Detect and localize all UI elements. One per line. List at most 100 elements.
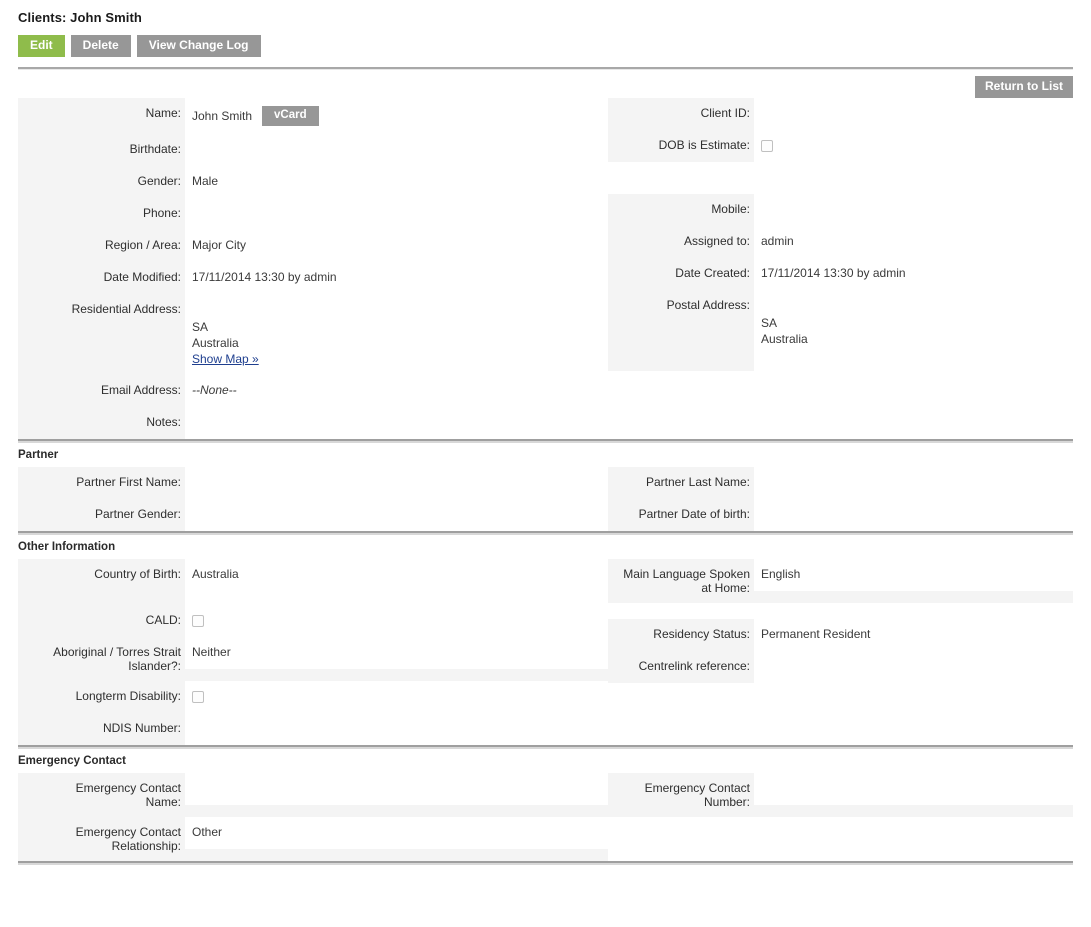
page-title: Clients: John Smith: [18, 10, 142, 25]
field-centrelink-reference-value: [754, 651, 1073, 683]
right-column-spacer: [608, 162, 1073, 194]
field-notes-label: Notes:: [18, 407, 185, 437]
client-details-section: Name: John Smith vCard Birthdate: Gender…: [0, 98, 1091, 439]
other-information-left-gap-label: [18, 591, 185, 605]
field-date-modified-label: Date Modified:: [18, 262, 185, 292]
field-partner-last-name-label: Partner Last Name:: [608, 467, 754, 497]
other-information-section-heading: Other Information: [18, 541, 116, 553]
emergency-contact-right-group: Emergency Contact Number:: [608, 773, 1073, 817]
client-details-left-group: Name: John Smith vCard Birthdate: Gender…: [18, 98, 608, 439]
field-ndis-number: NDIS Number:: [18, 713, 608, 745]
other-information-left-gap: [18, 591, 608, 605]
emergency-contact-columns: Emergency Contact Name: Emergency Contac…: [0, 773, 1091, 861]
field-ndis-number-value: [185, 713, 608, 745]
other-information-left-gap-value: [185, 591, 608, 605]
field-date-modified-value: 17/11/2014 13:30 by admin: [185, 262, 608, 294]
emergency-contact-left-group: Emergency Contact Name: Emergency Contac…: [18, 773, 608, 861]
field-mobile-label: Mobile:: [608, 194, 754, 224]
field-country-of-birth-value: Australia: [185, 559, 608, 591]
field-postal-address: Postal Address: SA Australia: [608, 290, 1073, 371]
client-details-columns: Name: John Smith vCard Birthdate: Gender…: [0, 98, 1091, 439]
field-assigned-to-value: admin: [754, 226, 1073, 258]
other-information-left-group: Country of Birth: Australia CALD: Aborig…: [18, 559, 608, 745]
return-to-list-row: Return to List: [0, 70, 1091, 98]
longterm-disability-checkbox[interactable]: [192, 691, 204, 704]
field-atsi-label: Aboriginal / Torres Strait Islander?:: [18, 637, 185, 681]
field-residency-status-label: Residency Status:: [608, 619, 754, 649]
field-main-language-value: English: [754, 559, 1073, 591]
field-ndis-number-label: NDIS Number:: [18, 713, 185, 743]
field-emergency-contact-relationship: Emergency Contact Relationship: Other: [18, 817, 608, 861]
emergency-contact-section: Emergency Contact Emergency Contact Name…: [0, 749, 1091, 861]
client-details-right-group-2: Mobile: Assigned to: admin Date Created:…: [608, 194, 1073, 371]
field-country-of-birth: Country of Birth: Australia: [18, 559, 608, 591]
other-information-right-group-1: Main Language Spoken at Home: English: [608, 559, 1073, 603]
emergency-contact-left-column: Emergency Contact Name: Emergency Contac…: [18, 773, 608, 861]
show-map-link[interactable]: Show Map »: [192, 351, 259, 367]
field-gender: Gender: Male: [18, 166, 608, 198]
view-change-log-button[interactable]: View Change Log: [136, 35, 261, 57]
partner-right-column: Partner Last Name: Partner Date of birth…: [608, 467, 1073, 531]
other-information-right-group-2: Residency Status: Permanent Resident Cen…: [608, 619, 1073, 683]
partner-left-column: Partner First Name: Partner Gender:: [18, 467, 608, 531]
other-information-right-column: Main Language Spoken at Home: English Re…: [608, 559, 1073, 683]
field-emergency-contact-number-value: [754, 773, 1073, 805]
postal-address-line-2: Australia: [761, 332, 808, 346]
field-mobile-value: [754, 194, 1073, 226]
field-emergency-contact-relationship-value: Other: [185, 817, 608, 849]
cald-checkbox[interactable]: [192, 615, 204, 628]
field-atsi-label-line-2: Islander?:: [128, 659, 181, 673]
field-partner-first-name-value: [185, 467, 608, 499]
field-residency-status-value: Permanent Resident: [754, 619, 1073, 651]
edit-button[interactable]: Edit: [18, 35, 65, 57]
action-button-bar: Edit Delete View Change Log: [0, 25, 1091, 57]
field-name-label: Name:: [18, 98, 185, 128]
field-emergency-contact-name-label-line-2: Name:: [145, 795, 181, 809]
client-details-left-column: Name: John Smith vCard Birthdate: Gender…: [18, 98, 608, 439]
field-date-created-value: 17/11/2014 13:30 by admin: [754, 258, 1073, 290]
residential-address-line-2: Australia: [192, 336, 239, 350]
field-partner-gender: Partner Gender:: [18, 499, 608, 531]
field-emergency-contact-name-label: Emergency Contact Name:: [18, 773, 185, 817]
field-date-created-label: Date Created:: [608, 258, 754, 288]
field-name: Name: John Smith vCard: [18, 98, 608, 134]
field-dob-is-estimate-value: [754, 130, 1073, 162]
field-residential-address: Residential Address: SA Australia Show M…: [18, 294, 608, 375]
field-birthdate-value: [185, 134, 608, 166]
partner-section-heading: Partner: [18, 449, 59, 461]
field-gender-label: Gender:: [18, 166, 185, 196]
postal-address-line-1: SA: [761, 316, 778, 330]
return-to-list-button[interactable]: Return to List: [975, 76, 1073, 98]
client-details-right-group-1: Client ID: DOB is Estimate:: [608, 98, 1073, 162]
field-centrelink-reference: Centrelink reference:: [608, 651, 1073, 683]
field-atsi-label-line-1: Aboriginal / Torres Strait: [53, 645, 181, 659]
client-details-right-column: Client ID: DOB is Estimate: Mobile: Assi…: [608, 98, 1073, 371]
field-region-value: Major City: [185, 230, 608, 262]
field-emergency-contact-relationship-label-line-2: Relationship:: [111, 839, 181, 853]
field-cald-label: CALD:: [18, 605, 185, 635]
field-emergency-contact-number-label: Emergency Contact Number:: [608, 773, 754, 817]
field-dob-is-estimate-label: DOB is Estimate:: [608, 130, 754, 160]
field-cald-value: [185, 605, 608, 637]
field-main-language-label: Main Language Spoken at Home:: [608, 559, 754, 603]
field-emergency-contact-relationship-label: Emergency Contact Relationship:: [18, 817, 185, 861]
section-divider-bottom: [18, 861, 1073, 865]
field-main-language-label-line-1: Main Language Spoken: [623, 567, 750, 581]
field-emergency-contact-number-label-line-1: Emergency Contact: [644, 781, 750, 795]
vcard-button[interactable]: vCard: [262, 106, 319, 126]
field-client-id: Client ID:: [608, 98, 1073, 130]
field-notes-value: [185, 407, 608, 439]
field-partner-first-name: Partner First Name:: [18, 467, 608, 499]
other-information-right-spacer: [608, 603, 1073, 619]
delete-button[interactable]: Delete: [70, 35, 131, 57]
partner-columns: Partner First Name: Partner Gender: Part…: [0, 467, 1091, 531]
field-email-address-value: --None--: [185, 375, 608, 407]
field-gender-value: Male: [185, 166, 608, 198]
field-cald: CALD:: [18, 605, 608, 637]
field-longterm-disability-label: Longterm Disability:: [18, 681, 185, 711]
field-phone: Phone:: [18, 198, 608, 230]
field-birthdate-label: Birthdate:: [18, 134, 185, 164]
field-region-label: Region / Area:: [18, 230, 185, 260]
field-partner-gender-value: [185, 499, 608, 531]
dob-is-estimate-checkbox[interactable]: [761, 140, 773, 153]
